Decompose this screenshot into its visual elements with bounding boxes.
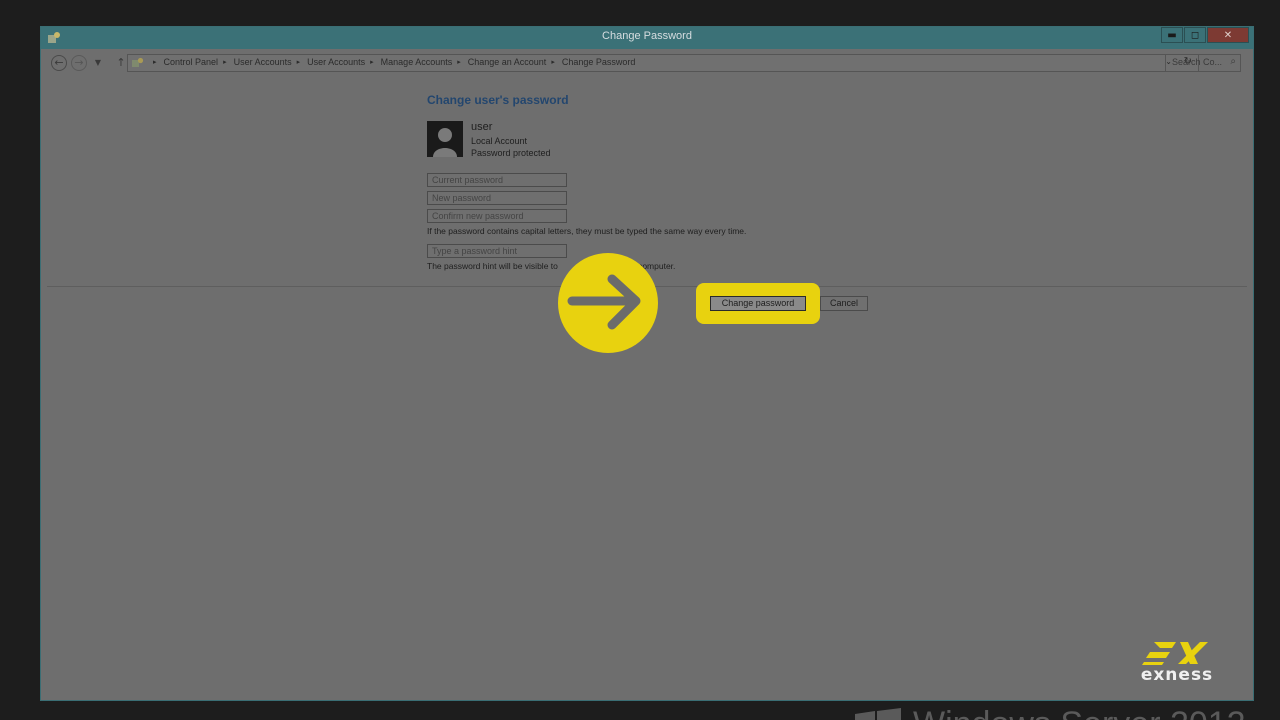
breadcrumb-user-accounts[interactable]: User Accounts [234,57,292,67]
address-bar[interactable]: ▸ Control Panel ▸ User Accounts ▸ User A… [127,54,1199,72]
arrow-right-icon [567,274,641,330]
window-controls: ▬ ◻ ✕ [1160,27,1249,45]
exness-mark-icon [1142,642,1208,665]
brand-name: exness [1140,665,1214,685]
pointer-arrow-icon [558,253,658,353]
forward-button[interactable]: → [71,55,87,71]
recent-locations-dropdown[interactable]: ▼ [93,55,103,71]
change-password-window: Change Password ▬ ◻ ✕ ← → ▼ ↑ ▸ Control … [40,26,1254,701]
navigation-row: ← → ▼ ↑ ▸ Control Panel ▸ User Accounts … [41,51,1253,75]
window-title: Change Password [602,30,692,42]
confirm-password-field[interactable]: Confirm new password [427,209,567,223]
breadcrumb-separator-icon: ▸ [296,59,301,66]
search-placeholder: Search Co... [1172,57,1223,67]
maximize-button[interactable]: ◻ [1184,27,1206,43]
breadcrumb-change-password[interactable]: Change Password [562,57,636,67]
account-name: user [471,121,493,133]
capital-letters-note: If the password contains capital letters… [427,226,747,236]
change-password-form: Change user's password user Local Accoun… [427,93,847,271]
breadcrumb: ▸ Control Panel ▸ User Accounts ▸ User A… [148,57,635,67]
windows-server-watermark: Windows Server 2012 [855,704,1280,720]
user-avatar-icon [427,121,463,157]
breadcrumb-separator-icon: ▸ [551,59,555,66]
search-input[interactable]: Search Co... ⌕ [1165,54,1241,72]
current-password-field[interactable]: Current password [427,173,567,187]
breadcrumb-change-an-account[interactable]: Change an Account [468,57,547,67]
minimize-button[interactable]: ▬ [1161,27,1183,43]
breadcrumb-control-panel[interactable]: Control Panel [164,57,219,67]
change-password-button[interactable]: Change password [710,296,806,311]
new-password-field[interactable]: New password [427,191,567,205]
hint-note-start: The password hint will be visible to [427,261,558,271]
account-info: user Local Account Password protected [427,121,727,161]
os-name: Windows Server 2012 [913,705,1246,720]
breadcrumb-separator-icon: ▸ [223,59,227,66]
cancel-button[interactable]: Cancel [820,296,868,311]
account-status: Password protected [471,148,551,158]
control-panel-icon [132,57,144,67]
back-button[interactable]: ← [51,55,67,71]
password-hint-field[interactable]: Type a password hint [427,244,567,258]
breadcrumb-separator-icon: ▸ [153,59,157,66]
breadcrumb-separator-icon: ▸ [370,59,374,66]
search-icon[interactable]: ⌕ [1230,56,1236,67]
breadcrumb-separator-icon: ▸ [457,59,461,66]
page-title: Change user's password [427,93,569,107]
exness-logo: exness [1136,640,1218,686]
close-button[interactable]: ✕ [1207,27,1249,43]
breadcrumb-user-accounts-sub[interactable]: User Accounts [307,57,365,67]
windows-logo-icon [855,708,901,720]
breadcrumb-manage-accounts[interactable]: Manage Accounts [381,57,453,67]
title-bar[interactable]: Change Password ▬ ◻ ✕ [41,27,1253,49]
account-type: Local Account [471,136,528,146]
